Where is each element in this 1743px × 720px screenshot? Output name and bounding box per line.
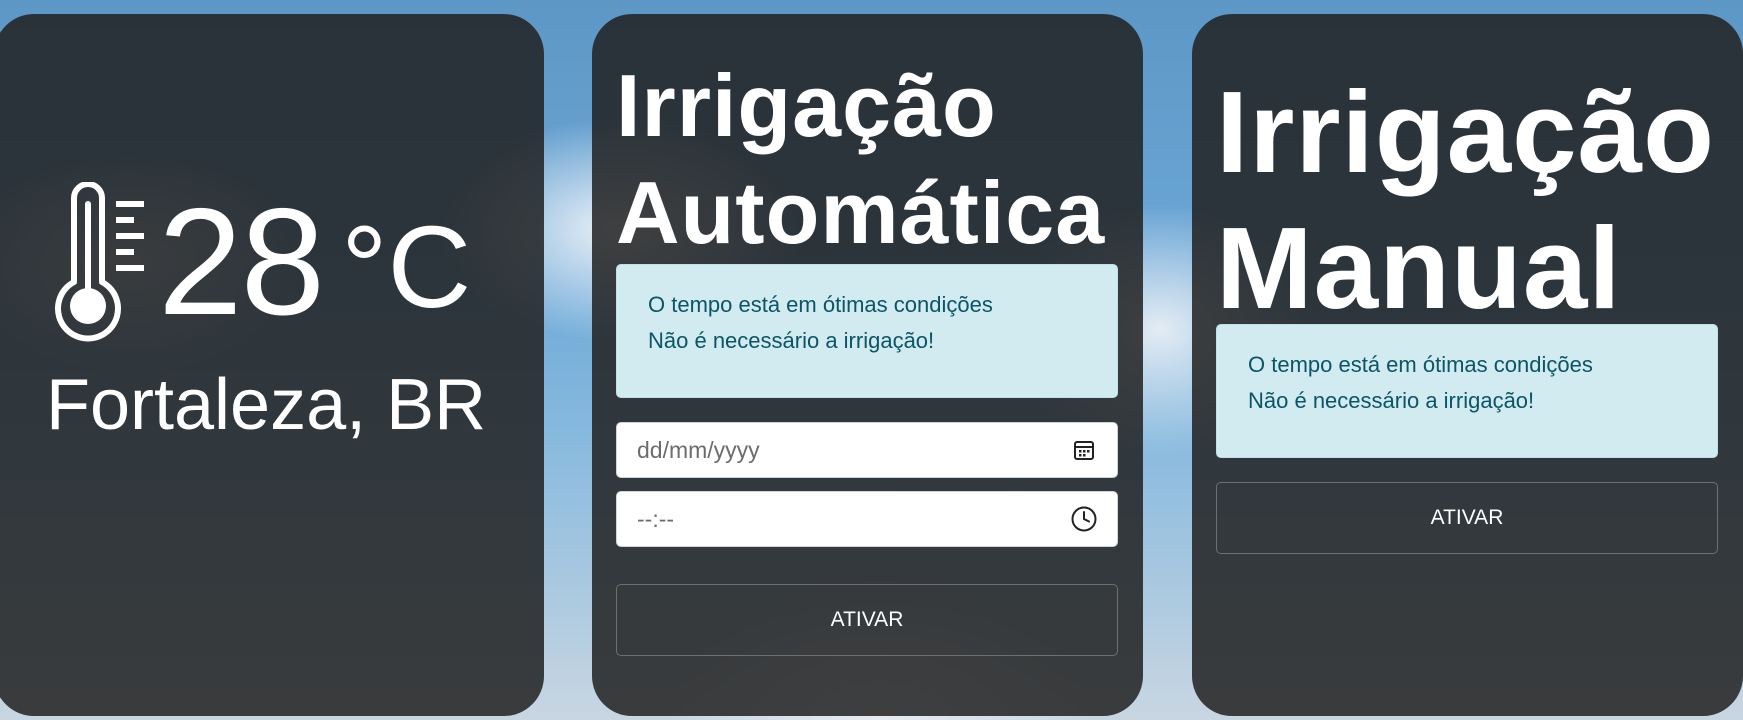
auto-title-line1: Irrigação	[616, 56, 997, 155]
temperature-value: 28	[158, 177, 325, 347]
time-input[interactable]: --:--	[616, 491, 1118, 547]
manual-irrigation-title: Irrigação Manual	[1216, 64, 1715, 336]
calendar-icon[interactable]	[1071, 437, 1097, 463]
temperature-row: 28 °C	[54, 182, 471, 342]
clock-icon[interactable]	[1071, 506, 1097, 532]
auto-title-line2: Automática	[616, 163, 1106, 262]
location-label: Fortaleza, BR	[46, 365, 487, 445]
manual-weather-alert: O tempo está em ótimas condições Não é n…	[1216, 324, 1718, 458]
auto-activate-button[interactable]: ATIVAR	[616, 584, 1118, 656]
auto-irrigation-title: Irrigação Automática	[616, 52, 1105, 266]
alert-line-recommendation: Não é necessário a irrigação!	[648, 328, 935, 353]
alert-line-conditions: O tempo está em ótimas condições	[1248, 352, 1593, 377]
thermometer-icon	[55, 182, 144, 342]
auto-irrigation-card: Irrigação Automática O tempo está em óti…	[592, 14, 1143, 716]
auto-weather-alert: O tempo está em ótimas condições Não é n…	[616, 264, 1118, 398]
date-input[interactable]: dd/mm/yyyy	[616, 422, 1118, 478]
temperature-unit: °C	[341, 202, 472, 332]
manual-title-line1: Irrigação	[1216, 67, 1715, 197]
alert-line-recommendation: Não é necessário a irrigação!	[1248, 388, 1535, 413]
time-input-placeholder: --:--	[637, 505, 675, 532]
alert-line-conditions: O tempo está em ótimas condições	[648, 292, 993, 317]
manual-activate-button[interactable]: ATIVAR	[1216, 482, 1718, 554]
date-input-placeholder: dd/mm/yyyy	[637, 436, 760, 463]
weather-card: 28 °C Fortaleza, BR	[0, 14, 544, 716]
manual-title-line2: Manual	[1216, 203, 1622, 333]
manual-irrigation-card: Irrigação Manual O tempo está em ótimas …	[1192, 14, 1743, 716]
